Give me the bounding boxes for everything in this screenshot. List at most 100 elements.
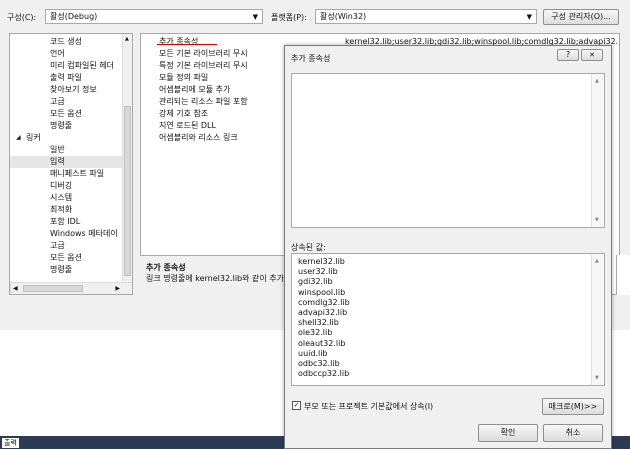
settings-tree: 코드 생성 언어 미리 컴파일된 헤더 출력 파일 찾아보기 정보 고급 모든 옵션 명령줄 ◢… bbox=[9, 33, 133, 295]
ok-button[interactable]: 확인 bbox=[478, 424, 538, 442]
tree-item[interactable]: Windows 메타데이 bbox=[10, 228, 122, 240]
description-title: 추가 종속성 bbox=[146, 263, 186, 272]
tree-item-label: 언어 bbox=[50, 49, 65, 58]
inherited-value-item: comdlg32.lib bbox=[298, 297, 350, 307]
inherited-value-item: odbc32.lib bbox=[298, 359, 340, 368]
tree-item[interactable]: 포함 IDL bbox=[10, 216, 122, 228]
config-label: 구성(C): bbox=[7, 13, 37, 22]
tree-item-label: 링커 bbox=[26, 133, 41, 142]
inherited-value-item: uuid.lib bbox=[298, 348, 328, 358]
inherit-checkbox[interactable]: ✓ bbox=[292, 401, 301, 410]
tree-item[interactable]: 최적화 bbox=[10, 204, 122, 216]
property-name: 어셈블리와 리소스 링크 bbox=[159, 133, 238, 142]
h-scroll-thumb[interactable] bbox=[23, 285, 83, 292]
config-value: 활성(Debug) bbox=[50, 12, 98, 21]
additional-dependencies-dialog: 추가 종속성 ? ✕ ▲ ▼ 상속된 값: kernel32.lib user32… bbox=[284, 45, 612, 449]
tree-item[interactable]: 미리 컴파일된 헤더 bbox=[10, 60, 122, 72]
tree-item[interactable]: 매니페스트 파일 bbox=[10, 168, 122, 180]
inherited-value-item: winspool.lib bbox=[298, 287, 346, 297]
scroll-down-icon[interactable]: ▼ bbox=[595, 375, 599, 381]
platform-combo[interactable]: 활성(Win32) ▼ bbox=[315, 9, 537, 24]
property-name: 모든 기본 라이브러리 무시 bbox=[159, 49, 248, 58]
question-mark-icon: ? bbox=[565, 50, 571, 59]
tree-horizontal-scrollbar[interactable]: ◀ ▶ bbox=[10, 282, 132, 294]
tree-vertical-scrollbar[interactable]: ▲ bbox=[122, 34, 132, 282]
inherited-value-item: gdi32.lib bbox=[298, 277, 333, 287]
cancel-button[interactable]: 취소 bbox=[543, 424, 603, 442]
tree-item[interactable]: 입력 bbox=[10, 156, 122, 168]
inherited-value-item: kernel32.lib bbox=[298, 257, 345, 266]
scroll-up-icon[interactable]: ▲ bbox=[125, 36, 129, 42]
inherited-vertical-scrollbar[interactable]: ▲ ▼ bbox=[591, 254, 604, 385]
tree-item[interactable]: 명령줄 bbox=[10, 120, 122, 132]
edit-vertical-scrollbar[interactable]: ▲ ▼ bbox=[591, 74, 604, 227]
accent-underline bbox=[157, 44, 217, 45]
inherited-values-list: kernel32.lib user32.lib gdi32.lib winspool.… bbox=[291, 253, 605, 386]
description-text: 링크 명령줄에 kernel32.lib와 같이 추가 bbox=[146, 274, 285, 283]
property-name: 관리되는 리소스 파일 포함 bbox=[159, 97, 248, 106]
chevron-down-icon: ▼ bbox=[526, 13, 532, 21]
dialog-title: 추가 종속성 bbox=[291, 54, 331, 63]
tree-item[interactable]: 고급 bbox=[10, 96, 122, 108]
tree-item[interactable]: 찾아보기 정보 bbox=[10, 84, 122, 96]
scroll-right-icon[interactable]: ▶ bbox=[115, 285, 120, 292]
platform-value: 활성(Win32) bbox=[320, 12, 367, 21]
platform-label: 플랫폼(P): bbox=[271, 13, 307, 22]
tree-item[interactable]: 일반 bbox=[10, 144, 122, 156]
tree-item-label: 모든 옵션 bbox=[50, 109, 82, 118]
inherited-value-item: odbccp32.lib bbox=[298, 369, 350, 379]
output-tab-label[interactable]: 출력 bbox=[2, 438, 19, 448]
scroll-down-icon[interactable]: ▼ bbox=[595, 217, 599, 223]
inherit-checkbox-label[interactable]: 부모 또는 프로젝트 기본값에서 상속(I) bbox=[304, 401, 433, 412]
config-combo[interactable]: 활성(Debug) ▼ bbox=[45, 9, 263, 24]
inherited-value-item: ole32.lib bbox=[298, 328, 333, 338]
tree-item[interactable]: 명령줄 bbox=[10, 264, 122, 276]
right-edge-panel bbox=[616, 255, 630, 295]
description-pane: 추가 종속성 링크 명령줄에 kernel32.lib와 같이 추가 bbox=[140, 255, 285, 295]
expand-arrow-icon[interactable]: ◢ bbox=[16, 132, 21, 144]
tree-item-label: 명령줄 bbox=[50, 121, 73, 130]
tree-item[interactable]: 디버깅 bbox=[10, 180, 122, 192]
tree-item-label: 고급 bbox=[50, 241, 65, 250]
tree-item-label: Windows 메타데이 bbox=[50, 229, 118, 238]
dependencies-edit-box[interactable]: ▲ ▼ bbox=[291, 73, 605, 228]
tree-item-label: 출력 파일 bbox=[50, 73, 82, 82]
tree-item-label: 매니페스트 파일 bbox=[50, 169, 105, 178]
tree-item[interactable]: 고급 bbox=[10, 240, 122, 252]
tree-item[interactable]: 코드 생성 bbox=[10, 36, 122, 48]
scroll-up-icon[interactable]: ▲ bbox=[595, 78, 599, 84]
property-name: 지연 로드된 DLL bbox=[159, 121, 216, 130]
tree-item-label: 디버깅 bbox=[50, 181, 73, 190]
tree-item-label: 찾아보기 정보 bbox=[50, 85, 97, 94]
tree-item-label: 코드 생성 bbox=[50, 37, 82, 46]
tree-item-label: 고급 bbox=[50, 97, 65, 106]
help-button[interactable]: ? bbox=[557, 49, 579, 61]
tree-item[interactable]: 시스템 bbox=[10, 192, 122, 204]
chevron-down-icon: ▼ bbox=[252, 13, 258, 21]
scroll-up-icon[interactable]: ▲ bbox=[595, 258, 599, 264]
tree-item[interactable]: 언어 bbox=[10, 48, 122, 60]
inherited-value-item: user32.lib bbox=[298, 267, 338, 277]
tree-item[interactable]: 모든 옵션 bbox=[10, 108, 122, 120]
property-name: 모듈 정의 파일 bbox=[159, 73, 209, 82]
macros-button[interactable]: 매크로(M)>> bbox=[542, 398, 604, 415]
tree-item-label: 시스템 bbox=[50, 193, 73, 202]
inherited-values-label: 상속된 값: bbox=[291, 243, 326, 252]
checkmark-icon: ✓ bbox=[293, 401, 300, 409]
tree-item-label: 미리 컴파일된 헤더 bbox=[50, 61, 114, 70]
tree-item-label: 입력 bbox=[50, 157, 65, 166]
tree-item-label: 포함 IDL bbox=[50, 217, 81, 226]
close-button[interactable]: ✕ bbox=[581, 49, 603, 61]
property-name: 특정 기본 라이브러리 무시 bbox=[159, 61, 248, 70]
scroll-left-icon[interactable]: ◀ bbox=[13, 285, 18, 292]
config-manager-button[interactable]: 구성 관리자(O)... bbox=[543, 9, 619, 25]
tree-item-label: 명령줄 bbox=[50, 265, 73, 274]
tree-item-label: 최적화 bbox=[50, 205, 73, 214]
close-icon: ✕ bbox=[589, 51, 595, 59]
tree-item[interactable]: 모든 옵션 bbox=[10, 252, 122, 264]
tree-item[interactable]: 출력 파일 bbox=[10, 72, 122, 84]
tree-item[interactable]: ◢ 링커 bbox=[10, 132, 122, 144]
inherited-value-item: advapi32.lib bbox=[298, 308, 348, 317]
property-name: 강제 기호 참조 bbox=[159, 109, 209, 118]
scroll-thumb[interactable] bbox=[124, 106, 131, 276]
